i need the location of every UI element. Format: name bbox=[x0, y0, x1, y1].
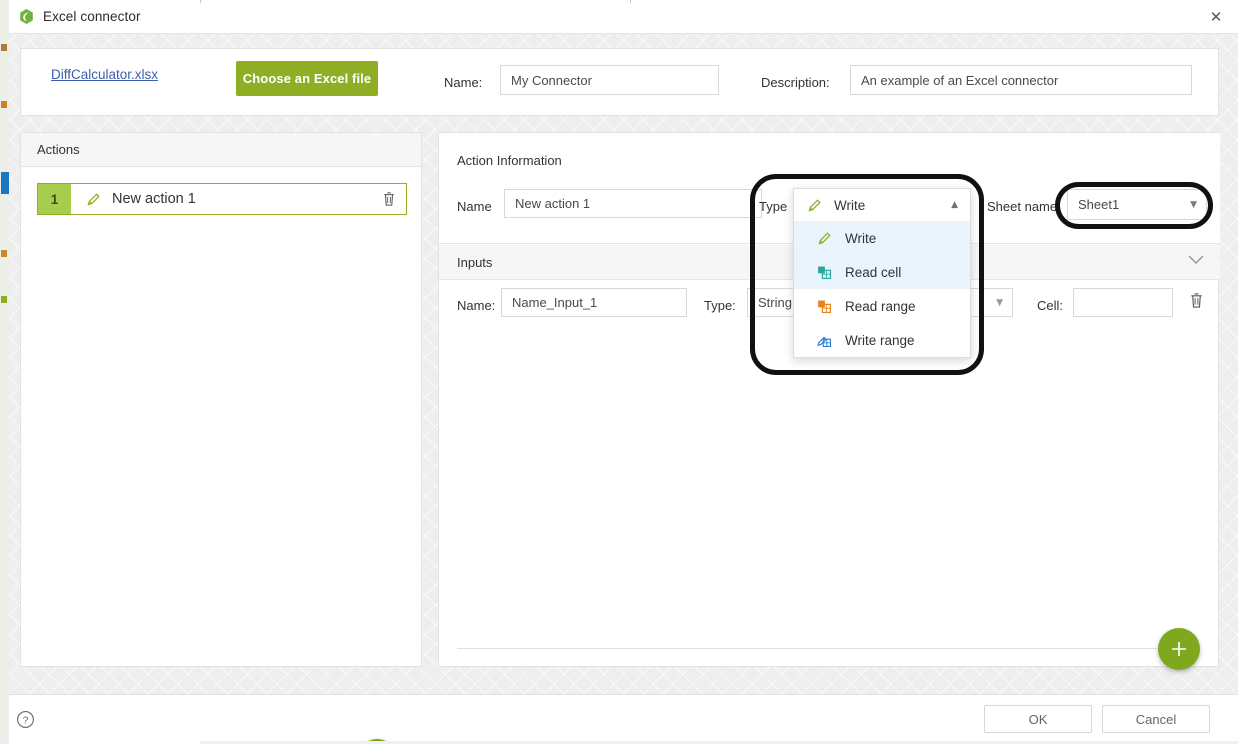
ok-button[interactable]: OK bbox=[984, 705, 1092, 733]
inputs-separator bbox=[457, 648, 1157, 649]
sheet-name-select[interactable]: Sheet1 ▼ bbox=[1067, 189, 1207, 220]
help-circle-icon[interactable]: ? bbox=[16, 710, 35, 729]
plus-icon bbox=[1172, 642, 1186, 656]
connector-description-input[interactable] bbox=[850, 65, 1192, 95]
orange-grid-icon bbox=[818, 300, 832, 313]
input-cell-field[interactable] bbox=[1073, 288, 1173, 317]
type-option-label: Read cell bbox=[845, 264, 902, 280]
choose-excel-file-button[interactable]: Choose an Excel file bbox=[236, 61, 378, 96]
action-name-input[interactable] bbox=[504, 189, 762, 218]
sheet-name-value: Sheet1 bbox=[1078, 197, 1120, 212]
blue-grid-pencil-icon bbox=[817, 336, 832, 347]
connector-description-label: Description: bbox=[761, 75, 830, 90]
connector-name-input[interactable] bbox=[500, 65, 719, 95]
type-option-label: Write bbox=[845, 230, 877, 246]
type-option-write[interactable]: Write bbox=[794, 221, 970, 255]
input-cell-label: Cell: bbox=[1037, 298, 1064, 313]
action-list-item[interactable]: 1 New action 1 bbox=[37, 183, 407, 215]
pencil-icon bbox=[87, 192, 100, 206]
trash-icon[interactable] bbox=[1189, 292, 1204, 309]
input-type-value: String bbox=[758, 295, 792, 310]
type-option-read-cell[interactable]: Read cell bbox=[794, 255, 970, 289]
action-type-selected-value: Write bbox=[834, 197, 866, 213]
type-option-read-range[interactable]: Read range bbox=[794, 289, 970, 323]
type-option-write-range[interactable]: Write range bbox=[794, 323, 970, 357]
action-type-dropdown[interactable]: Write ▲ Write Read cell Read range Write… bbox=[793, 188, 971, 358]
cancel-button[interactable]: Cancel bbox=[1102, 705, 1210, 733]
connector-name-label: Name: bbox=[444, 75, 483, 90]
excel-connector-dialog: Excel connector ✕ DiffCalculator.xlsx Ch… bbox=[0, 0, 1238, 744]
green-pencil-icon bbox=[808, 198, 821, 212]
chevron-down-icon[interactable] bbox=[1188, 255, 1204, 265]
action-number-badge: 1 bbox=[38, 184, 71, 214]
action-item-body[interactable]: New action 1 bbox=[71, 184, 406, 214]
close-icon[interactable]: ✕ bbox=[1194, 0, 1238, 34]
action-type-label: Type bbox=[759, 199, 788, 214]
sheet-name-label: Sheet name bbox=[987, 199, 1058, 214]
add-input-button[interactable] bbox=[1158, 628, 1200, 670]
input-name-label: Name: bbox=[457, 298, 496, 313]
chevron-down-icon: ▼ bbox=[996, 297, 1003, 308]
inputs-header-label: Inputs bbox=[457, 255, 493, 270]
type-option-label: Read range bbox=[845, 298, 916, 314]
action-item-label: New action 1 bbox=[112, 191, 196, 207]
green-pencil-icon bbox=[818, 231, 831, 245]
teal-grid-icon bbox=[818, 266, 832, 279]
chevron-up-icon: ▲ bbox=[951, 200, 958, 210]
input-type-label: Type: bbox=[704, 298, 736, 313]
action-type-dropdown-trigger[interactable]: Write ▲ bbox=[794, 189, 970, 221]
title-bar: Excel connector ✕ bbox=[9, 0, 1238, 34]
type-option-label: Write range bbox=[845, 332, 915, 348]
background-window-sliver bbox=[0, 0, 9, 744]
input-name-field[interactable] bbox=[501, 288, 687, 317]
file-selection-panel: DiffCalculator.xlsx Choose an Excel file… bbox=[20, 48, 1219, 116]
actions-panel-header: Actions bbox=[21, 133, 421, 167]
excel-connector-logo-icon bbox=[20, 9, 33, 24]
actions-panel: Actions 1 New action 1 bbox=[20, 132, 422, 744]
svg-text:?: ? bbox=[23, 715, 29, 726]
trash-icon[interactable] bbox=[382, 191, 396, 207]
window-top-edge bbox=[200, 0, 1238, 3]
selected-file-link[interactable]: DiffCalculator.xlsx bbox=[51, 67, 158, 82]
action-name-label: Name bbox=[457, 199, 492, 214]
chevron-down-icon: ▼ bbox=[1190, 199, 1197, 210]
action-information-title: Action Information bbox=[457, 153, 562, 168]
actions-header-label: Actions bbox=[37, 142, 80, 157]
window-title: Excel connector bbox=[43, 9, 141, 24]
